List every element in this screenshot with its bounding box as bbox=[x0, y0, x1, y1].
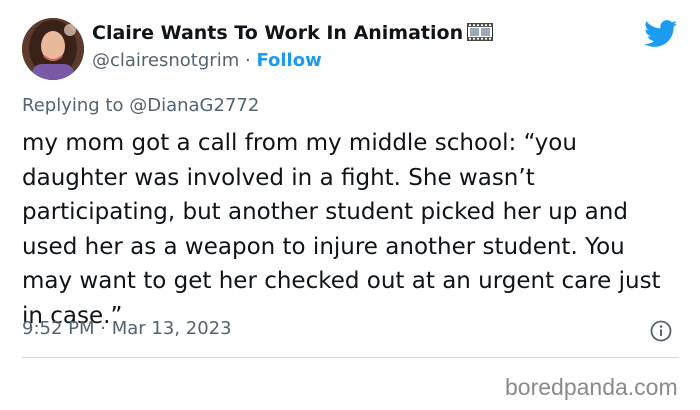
watermark: boredpanda.com bbox=[505, 374, 678, 400]
reply-context: Replying to @DianaG2772 bbox=[22, 95, 259, 116]
film-strip-icon bbox=[467, 23, 494, 46]
tweet-meta: 9:52 PM · Mar 13, 2023 bbox=[22, 318, 232, 339]
avatar-photo bbox=[22, 18, 84, 80]
info-icon[interactable] bbox=[650, 320, 672, 342]
display-name-text: Claire Wants To Work In Animation bbox=[92, 22, 464, 44]
divider bbox=[22, 357, 678, 358]
twitter-bird-icon[interactable] bbox=[644, 20, 678, 48]
handle-row: @clairesnotgrim · Follow bbox=[92, 50, 322, 71]
display-name[interactable]: Claire Wants To Work In Animation bbox=[92, 22, 494, 46]
handle-separator: · bbox=[244, 50, 251, 71]
avatar[interactable] bbox=[22, 18, 84, 80]
user-handle[interactable]: @clairesnotgrim bbox=[92, 50, 239, 71]
tweet-card: Claire Wants To Work In Animation @clair… bbox=[0, 0, 700, 410]
reply-prefix: Replying to bbox=[22, 95, 124, 116]
tweet-time[interactable]: 9:52 PM bbox=[22, 318, 95, 339]
follow-button[interactable]: Follow bbox=[256, 50, 321, 71]
reply-mention-link[interactable]: @DianaG2772 bbox=[129, 95, 259, 116]
meta-separator: · bbox=[100, 318, 106, 339]
tweet-text: my mom got a call from my middle school:… bbox=[22, 130, 661, 329]
tweet-date[interactable]: Mar 13, 2023 bbox=[112, 318, 232, 339]
